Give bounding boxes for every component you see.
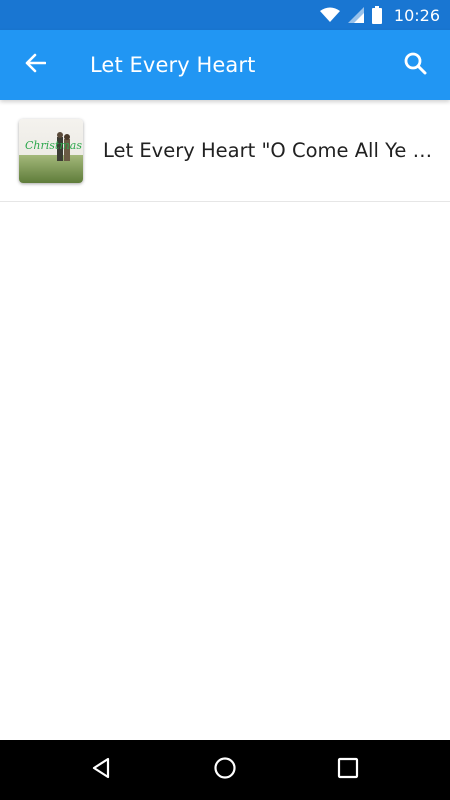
battery-icon — [371, 6, 382, 24]
page-title: Let Every Heart — [90, 53, 256, 77]
app-bar: Let Every Heart — [0, 30, 450, 100]
album-art-thumbnail: Christmas — [19, 118, 83, 183]
arrow-left-icon — [24, 52, 47, 79]
nav-back-button[interactable] — [72, 740, 132, 800]
nav-recents-button[interactable] — [318, 740, 378, 800]
svg-text:Christmas: Christmas — [25, 139, 82, 152]
list-item[interactable]: Christmas Let Every Heart "O Come All Ye… — [0, 100, 450, 202]
wifi-icon — [319, 7, 340, 23]
nav-back-icon — [90, 756, 114, 785]
status-bar: 10:26 — [0, 0, 450, 30]
search-icon — [403, 51, 427, 80]
nav-recents-icon — [337, 757, 359, 784]
nav-home-icon — [213, 756, 237, 785]
search-button[interactable] — [380, 30, 450, 100]
back-button[interactable] — [0, 30, 70, 100]
navigation-bar — [0, 740, 450, 800]
clock: 10:26 — [393, 5, 440, 25]
list-item-title: Let Every Heart "O Come All Ye F... — [103, 139, 433, 162]
nav-home-button[interactable] — [195, 740, 255, 800]
search-results-list: Christmas Let Every Heart "O Come All Ye… — [0, 100, 450, 202]
cell-signal-icon — [347, 7, 364, 23]
